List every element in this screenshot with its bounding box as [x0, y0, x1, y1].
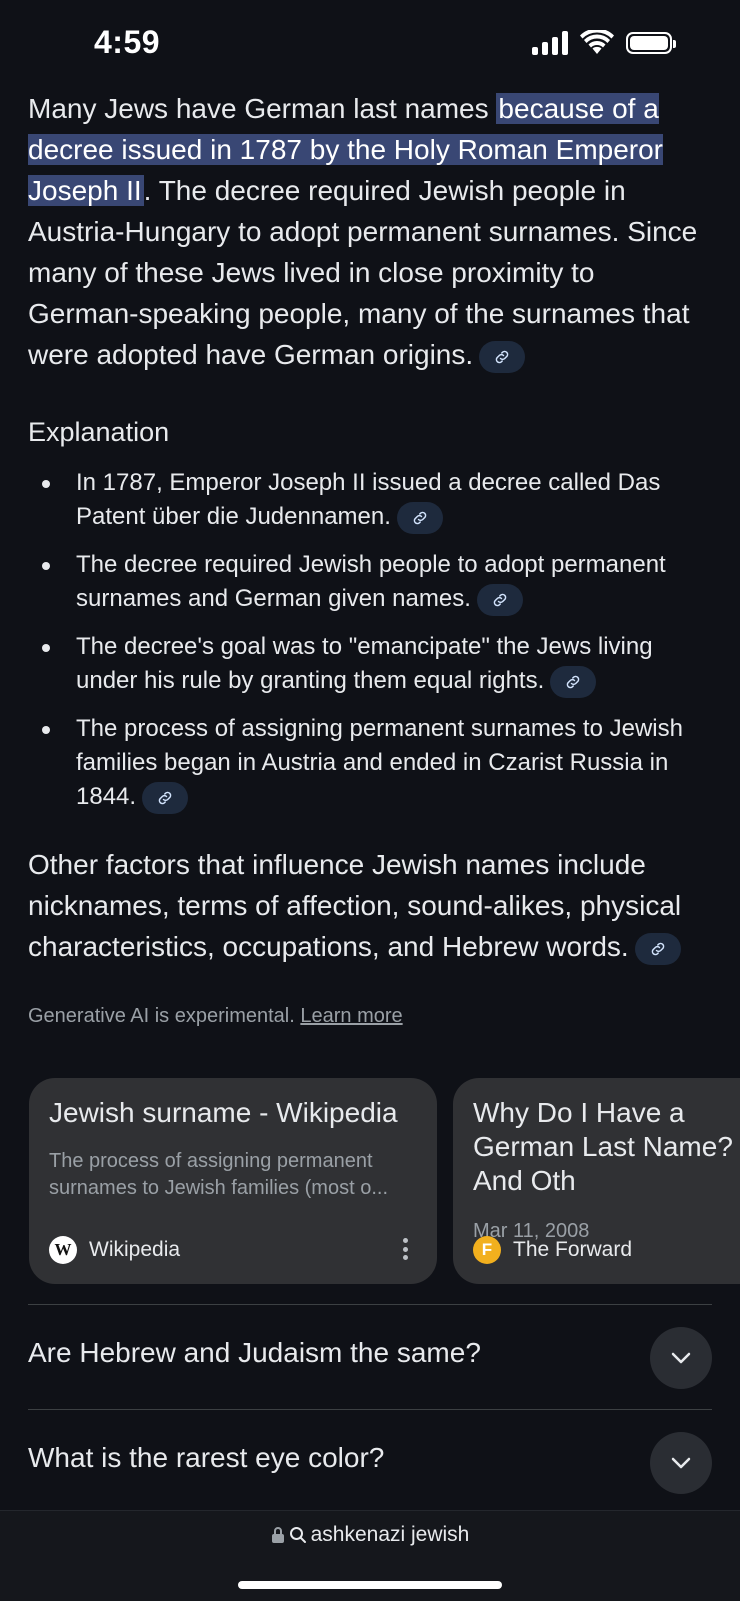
wifi-icon: [580, 30, 614, 54]
link-icon: [413, 511, 427, 524]
source-card-publisher: W Wikipedia: [49, 1236, 180, 1264]
more-options-icon[interactable]: [403, 1238, 409, 1260]
explanation-heading: Explanation: [28, 417, 170, 447]
status-bar: 4:59: [0, 0, 740, 88]
intro-text-before: Many Jews have German last names: [28, 93, 497, 124]
source-card-forward[interactable]: Why Do I Have a German Last Name? And Ot…: [453, 1078, 740, 1284]
related-question-text: Are Hebrew and Judaism the same?: [28, 1337, 481, 1368]
list-item-text: In 1787, Emperor Joseph II issued a decr…: [76, 469, 661, 530]
expand-button[interactable]: [650, 1327, 712, 1389]
source-card-wikipedia[interactable]: Jewish surname - Wikipedia The process o…: [29, 1078, 437, 1284]
cellular-signal-icon: [532, 31, 568, 55]
learn-more-link[interactable]: Learn more: [300, 1005, 402, 1027]
source-card-snippet: The process of assigning permanent surna…: [49, 1150, 388, 1199]
source-name: Wikipedia: [89, 1238, 181, 1261]
chevron-down-icon: [671, 1457, 691, 1469]
link-icon: [567, 675, 580, 688]
related-question[interactable]: What is the rarest eye color?: [28, 1409, 712, 1514]
link-icon: [651, 942, 664, 955]
explanation-list: In 1787, Emperor Joseph II issued a decr…: [28, 466, 712, 814]
source-card-title: Jewish surname - Wikipedia: [49, 1097, 398, 1128]
home-indicator[interactable]: [238, 1581, 502, 1589]
source-name: The Forward: [513, 1238, 633, 1261]
source-link-chip[interactable]: [142, 781, 189, 814]
browser-bottom-bar: ashkenazi jewish: [0, 1510, 740, 1601]
list-item: In 1787, Emperor Joseph II issued a decr…: [42, 466, 712, 534]
list-item: The decree's goal was to "emancipate" th…: [42, 630, 712, 698]
address-bar[interactable]: ashkenazi jewish: [0, 1523, 740, 1547]
source-link-chip[interactable]: [479, 340, 526, 373]
link-icon: [493, 593, 507, 606]
disclaimer-text: Generative AI is experimental.: [28, 1005, 295, 1027]
lock-icon: [271, 1527, 284, 1543]
source-card-title: Why Do I Have a German Last Name? And Ot…: [473, 1097, 733, 1196]
battery-icon: [626, 32, 676, 54]
link-icon: [158, 791, 172, 804]
list-item-text: The decree required Jewish people to ado…: [76, 551, 666, 612]
chevron-down-icon: [671, 1352, 691, 1364]
ai-overview: Many Jews have German last names because…: [28, 88, 712, 1028]
other-factors-paragraph: Other factors that influence Jewish name…: [28, 844, 712, 967]
forward-icon: F: [473, 1236, 501, 1264]
source-link-chip[interactable]: [634, 932, 681, 965]
status-time: 4:59: [94, 24, 161, 60]
search-icon: [289, 1527, 306, 1543]
wikipedia-icon: W: [49, 1236, 77, 1264]
list-item: The decree required Jewish people to ado…: [42, 548, 712, 616]
other-factors-text: Other factors that influence Jewish name…: [28, 849, 682, 962]
answer-intro: Many Jews have German last names because…: [28, 88, 712, 375]
ai-disclaimer: Generative AI is experimental. Learn mor…: [28, 1005, 712, 1028]
source-card-publisher: F The Forward: [473, 1236, 632, 1264]
source-cards-carousel[interactable]: Jewish surname - Wikipedia The process o…: [29, 1078, 740, 1284]
link-icon: [495, 350, 509, 363]
source-link-chip[interactable]: [476, 583, 523, 616]
source-link-chip[interactable]: [550, 665, 597, 698]
related-question[interactable]: Are Hebrew and Judaism the same?: [28, 1304, 712, 1409]
status-icons: [532, 30, 676, 56]
source-link-chip[interactable]: [396, 501, 443, 534]
list-item: The process of assigning permanent surna…: [42, 712, 712, 814]
expand-button[interactable]: [650, 1432, 712, 1494]
address-bar-query: ashkenazi jewish: [310, 1523, 470, 1546]
related-question-text: What is the rarest eye color?: [28, 1442, 385, 1473]
